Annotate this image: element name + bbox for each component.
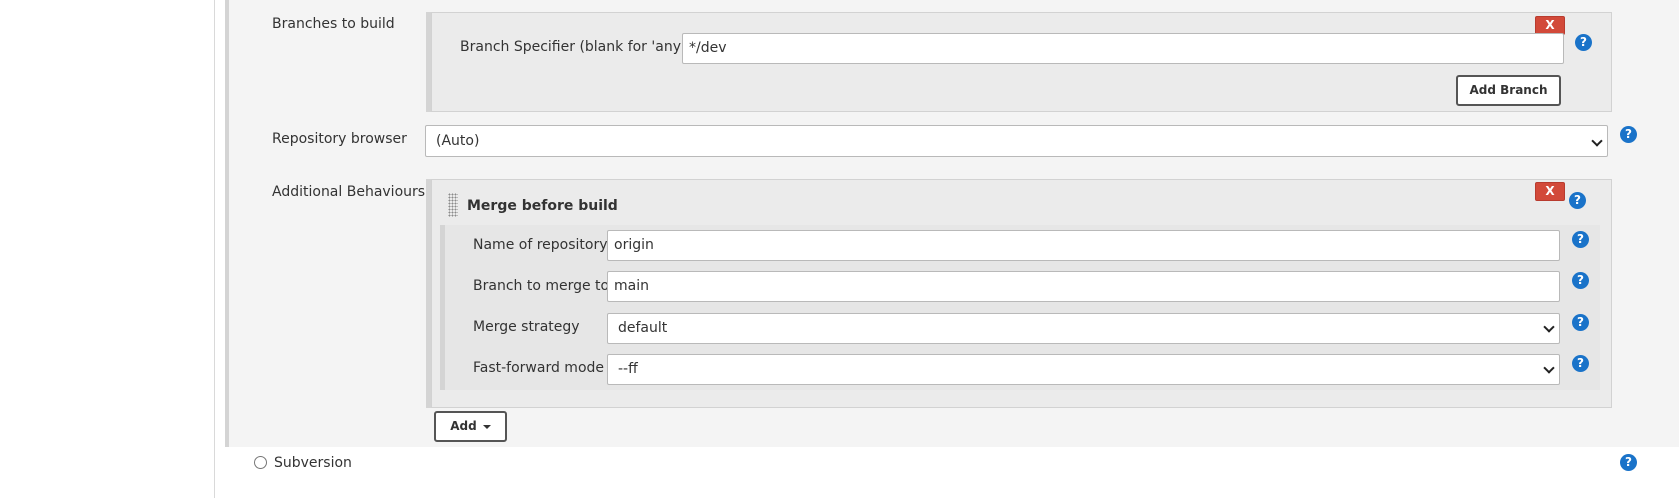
caret-down-icon xyxy=(482,424,491,429)
repository-browser-help-icon[interactable]: ? xyxy=(1620,126,1637,143)
add-branch-button[interactable]: Add Branch xyxy=(1456,75,1561,106)
fast-forward-label: Fast-forward mode xyxy=(473,360,605,376)
chevron-down-icon xyxy=(1543,362,1555,374)
merge-target-help-icon[interactable]: ? xyxy=(1572,272,1589,289)
branches-to-build-label: Branches to build xyxy=(272,16,395,32)
fast-forward-help-icon[interactable]: ? xyxy=(1572,355,1589,372)
fast-forward-selected: --ff xyxy=(618,361,638,377)
merge-target-label: Branch to merge to xyxy=(473,278,610,294)
repository-browser-selected: (Auto) xyxy=(436,133,480,149)
section-left-bar xyxy=(225,0,229,447)
merge-target-input[interactable]: main xyxy=(607,271,1560,302)
chevron-down-icon xyxy=(1591,135,1603,147)
add-behaviour-label: Add xyxy=(450,419,477,433)
chevron-down-icon xyxy=(1543,321,1555,333)
branch-specifier-input[interactable]: */dev xyxy=(682,33,1564,64)
merge-strategy-help-icon[interactable]: ? xyxy=(1572,314,1589,331)
delete-behaviour-button[interactable]: X xyxy=(1535,182,1565,201)
subversion-help-icon[interactable]: ? xyxy=(1620,454,1637,471)
subversion-label: Subversion xyxy=(274,455,352,471)
repo-name-help-icon[interactable]: ? xyxy=(1572,231,1589,248)
merge-strategy-label: Merge strategy xyxy=(473,319,580,335)
repo-name-input[interactable]: origin xyxy=(607,230,1560,261)
repository-browser-select[interactable]: (Auto) xyxy=(425,125,1608,157)
merge-before-build-help-icon[interactable]: ? xyxy=(1569,192,1586,209)
branch-specifier-help-icon[interactable]: ? xyxy=(1575,34,1592,51)
add-behaviour-button[interactable]: Add xyxy=(434,411,507,442)
subversion-radio[interactable] xyxy=(254,456,267,469)
repo-name-label: Name of repository xyxy=(473,237,608,253)
additional-behaviours-label: Additional Behaviours xyxy=(272,184,426,200)
fast-forward-select[interactable]: --ff xyxy=(607,354,1560,385)
merge-before-build-title: Merge before build xyxy=(467,198,618,214)
branch-specifier-label: Branch Specifier (blank for 'any') xyxy=(460,39,691,55)
drag-handle-icon[interactable] xyxy=(448,193,458,217)
page-divider xyxy=(214,0,215,498)
merge-strategy-select[interactable]: default xyxy=(607,313,1560,344)
merge-strategy-selected: default xyxy=(618,320,668,336)
repository-browser-label: Repository browser xyxy=(272,131,407,147)
